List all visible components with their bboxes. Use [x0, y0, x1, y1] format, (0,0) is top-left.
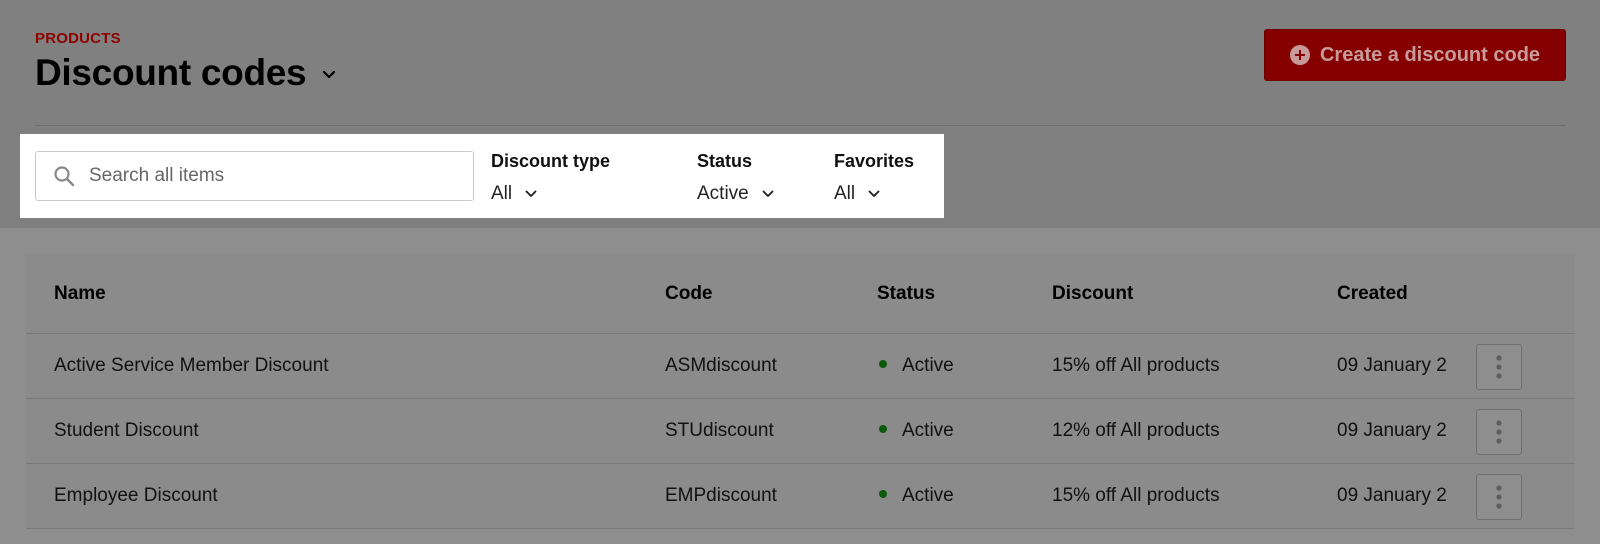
table-header: Name Code Status Discount Created [26, 254, 1575, 334]
cell-code: ASMdiscount [665, 355, 777, 376]
filter-label: Status [697, 151, 753, 171]
status-text: Active [902, 485, 954, 506]
create-discount-code-button[interactable]: Create a discount code [1264, 29, 1566, 81]
column-header-discount[interactable]: Discount [1052, 283, 1133, 305]
search-input[interactable] [89, 165, 449, 187]
column-header-name[interactable]: Name [54, 283, 106, 305]
filter-value: Active [697, 183, 749, 204]
filter-status[interactable]: Status Active [697, 151, 775, 205]
status-dot-icon [879, 424, 887, 433]
table-row[interactable]: Student Discount STUdiscount Active 12% … [26, 400, 1575, 464]
cell-status: Active [879, 355, 954, 377]
cell-status: Active [879, 485, 954, 507]
chevron-down-icon [762, 190, 774, 197]
chevron-down-icon[interactable] [320, 66, 338, 84]
column-header-code[interactable]: Code [665, 283, 713, 305]
table-row[interactable]: Employee Discount EMPdiscount Active 15%… [26, 465, 1575, 529]
chevron-down-icon [525, 190, 537, 197]
filter-label: Favorites [834, 151, 915, 171]
status-text: Active [902, 355, 954, 376]
title-row: Discount codes [35, 52, 338, 94]
plus-circle-icon [1289, 45, 1310, 65]
cell-discount: 12% off All products [1052, 420, 1220, 441]
row-actions-button[interactable] [1476, 474, 1522, 520]
cell-created: 09 January 2 [1337, 355, 1447, 376]
cell-discount: 15% off All products [1052, 485, 1220, 506]
cell-name[interactable]: Employee Discount [54, 485, 218, 507]
cell-code: STUdiscount [665, 420, 774, 441]
filter-discount-type[interactable]: Discount type All [491, 151, 610, 205]
page-title: Discount codes [35, 52, 307, 93]
cell-name[interactable]: Student Discount [54, 420, 199, 442]
kebab-icon [1496, 355, 1502, 379]
status-text: Active [902, 420, 954, 441]
filter-label: Discount type [491, 151, 611, 171]
cell-created: 09 January 2 [1337, 420, 1447, 441]
cell-code: EMPdiscount [665, 485, 777, 506]
row-actions-button[interactable] [1476, 344, 1522, 390]
section-eyebrow: PRODUCTS [35, 30, 121, 47]
status-dot-icon [879, 359, 887, 368]
filter-value: All [491, 183, 513, 204]
header-divider [35, 125, 1566, 126]
filter-value-row: All [834, 183, 914, 205]
create-button-label: Create a discount code [1319, 43, 1541, 66]
filter-favorites[interactable]: Favorites All [834, 151, 914, 205]
cell-name[interactable]: Active Service Member Discount [54, 355, 329, 377]
search-icon [54, 166, 75, 187]
column-header-created[interactable]: Created [1337, 283, 1408, 305]
filter-value-row: All [491, 183, 610, 205]
filter-value-row: Active [697, 183, 775, 205]
status-dot-icon [879, 489, 887, 498]
kebab-icon [1496, 485, 1502, 509]
row-actions-button[interactable] [1476, 409, 1522, 455]
discount-codes-table: Name Code Status Discount Created Active… [26, 254, 1575, 529]
kebab-icon [1496, 420, 1502, 444]
search-box[interactable] [35, 151, 474, 201]
filter-bar: Discount type All Status Active Favorite… [20, 134, 944, 218]
column-header-status[interactable]: Status [877, 283, 935, 305]
cell-created: 09 January 2 [1337, 485, 1447, 506]
filter-value: All [834, 183, 856, 204]
cell-status: Active [879, 420, 954, 442]
chevron-down-icon [868, 190, 880, 197]
cell-discount: 15% off All products [1052, 355, 1220, 376]
table-row[interactable]: Active Service Member Discount ASMdiscou… [26, 335, 1575, 399]
